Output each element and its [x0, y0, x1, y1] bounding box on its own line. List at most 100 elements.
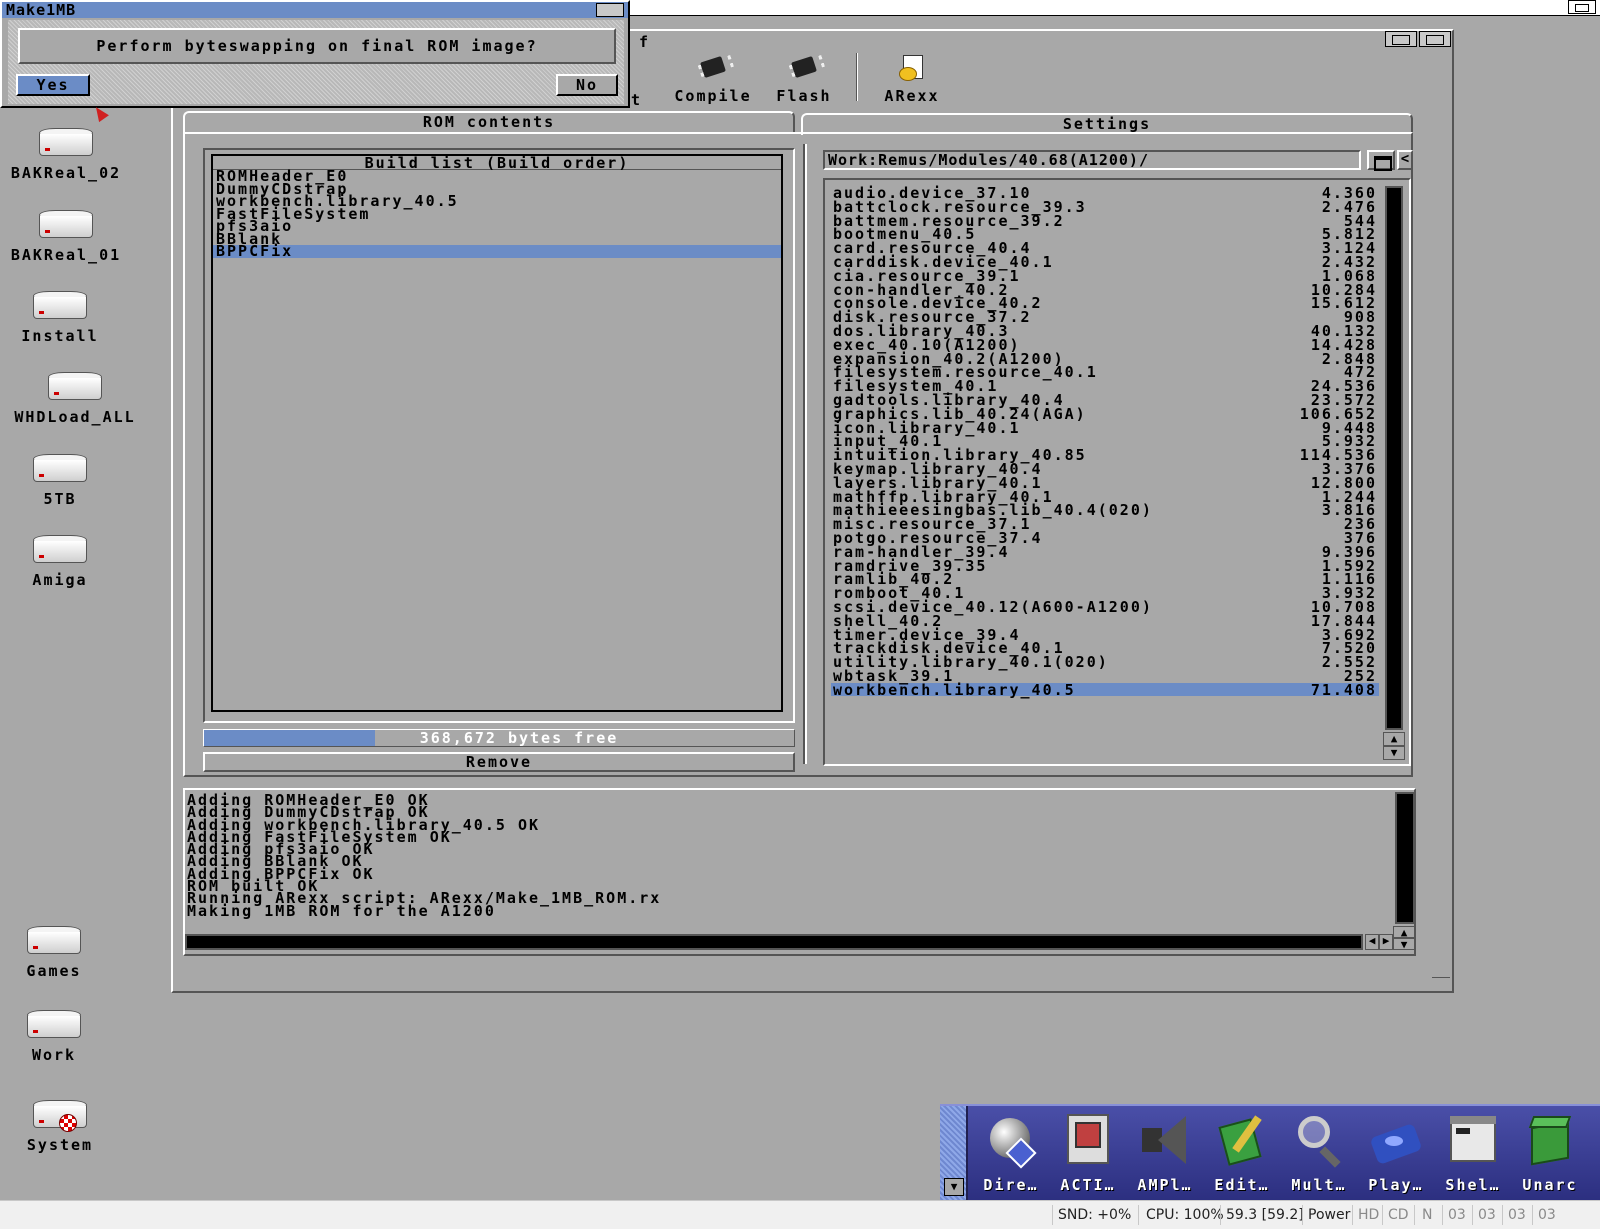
desktop-icon-label: Amiga	[32, 571, 88, 589]
parent-dir-button[interactable]: <	[1397, 150, 1413, 170]
log-scroll-right-arrow-icon[interactable]: ▶	[1379, 934, 1393, 950]
status-separator	[1220, 1205, 1221, 1225]
no-button[interactable]: No	[556, 74, 618, 96]
dock-item-label: Play…	[1368, 1176, 1424, 1194]
desktop-icon-amiga[interactable]: Amiga	[0, 535, 135, 589]
harddisk-icon	[33, 291, 87, 321]
editor-pencil-icon	[1215, 1112, 1269, 1168]
log-scroll-up-arrow-icon[interactable]: ▲	[1393, 926, 1415, 939]
module-row-selected[interactable]: workbench.library_40.5 71.408	[831, 682, 1379, 697]
harddisk-icon	[39, 210, 93, 240]
depth-gadget[interactable]	[1419, 31, 1451, 47]
harddisk-icon	[33, 535, 87, 565]
status-fps: 59.3 [59.2]	[1226, 1207, 1304, 1223]
toolbar-partial-label: t	[631, 91, 643, 109]
module-list-scrollbar[interactable]	[1385, 186, 1403, 730]
dock-item[interactable]: ACTI…	[1051, 1112, 1125, 1194]
desktop-icon-work[interactable]: Work	[0, 1010, 129, 1064]
desktop-icon-bakreal-01[interactable]: BAKReal_01	[0, 210, 141, 264]
arexx-button[interactable]: ARexx	[877, 55, 947, 105]
module-path-field[interactable]: Work:Remus/Modules/40.68(A1200)/	[823, 150, 1361, 170]
dock-item[interactable]: Mult…	[1282, 1112, 1356, 1194]
harddisk-icon	[27, 1010, 81, 1040]
screen-depth-gadget[interactable]	[1568, 0, 1596, 14]
byteswap-requester: Make1MB Perform byteswapping on final RO…	[0, 0, 630, 123]
status-separator	[1502, 1205, 1503, 1225]
drawer-icon[interactable]	[1367, 150, 1395, 171]
desktop-icon-label: 5TB	[43, 490, 77, 508]
build-list-item[interactable]: BBlank	[213, 231, 781, 245]
window-size-gadget[interactable]	[1432, 977, 1450, 989]
log-scroll-left-arrow-icon[interactable]: ◀	[1365, 934, 1379, 950]
status-drive-slot: 03	[1448, 1207, 1466, 1223]
scroll-up-arrow-icon[interactable]: ▲	[1383, 732, 1405, 746]
free-space-bar: 368,672 bytes free	[203, 729, 795, 747]
desktop-icon-games[interactable]: Games	[0, 926, 129, 980]
desktop-icon-system[interactable]: System	[0, 1100, 135, 1154]
dock-item[interactable]: Unarc	[1513, 1112, 1587, 1194]
dock-collapse-arrow-icon[interactable]: ▼	[944, 1178, 964, 1196]
desktop-icon-5tb[interactable]: 5TB	[0, 454, 135, 508]
desktop-icon-install[interactable]: Install	[0, 291, 135, 345]
desktop-icon-bakreal-02[interactable]: BAKReal_02	[0, 128, 141, 182]
dock-handle[interactable]: ▼	[940, 1106, 968, 1202]
status-drive-slot: 03	[1478, 1207, 1496, 1223]
rom-contents-panel: Build list (Build order) ROMHeader_E0 Du…	[183, 132, 1413, 777]
activity-icon	[1061, 1112, 1115, 1168]
dock-item[interactable]: Play…	[1359, 1112, 1433, 1194]
flash-label: Flash	[776, 87, 832, 105]
log-status: OK	[352, 864, 375, 883]
log-line: Making 1MB ROM for the A1200	[187, 903, 1387, 918]
status-separator	[1382, 1205, 1383, 1225]
log-horizontal-scrollbar[interactable]	[185, 934, 1363, 950]
compile-button[interactable]: Compile	[668, 55, 758, 105]
dock-item[interactable]: Shel…	[1436, 1112, 1510, 1194]
desktop-icon-label: Install	[21, 327, 99, 345]
desktop-icon-label: BAKReal_02	[10, 164, 122, 182]
speaker-icon	[1138, 1112, 1192, 1168]
desktop-icon-label: Work	[31, 1046, 77, 1064]
toolbar-partial-button[interactable]: t	[631, 91, 642, 109]
module-list-frame: audio.device_37.10 4.360 battclock.resourc…	[823, 178, 1411, 766]
compile-label: Compile	[674, 87, 752, 105]
harddisk-icon	[48, 372, 102, 402]
desktop-icon-whdload-all[interactable]: WHDLoad_ALL	[0, 372, 150, 426]
remove-button[interactable]: Remove	[203, 752, 795, 772]
dock-item-label: ACTI…	[1060, 1176, 1116, 1194]
chip-icon	[698, 55, 728, 81]
yes-button[interactable]: Yes	[16, 74, 90, 96]
tab-rom-contents[interactable]: ROM contents	[183, 111, 795, 133]
remus-main-window: f t Compile Flash ARexx ROM contents Set…	[171, 29, 1454, 993]
dock-item[interactable]: Dire…	[974, 1112, 1048, 1194]
build-list-item-selected[interactable]: BPPCFix	[213, 244, 781, 258]
yes-label: Yes	[36, 76, 70, 94]
zoom-gadget[interactable]	[1385, 31, 1417, 47]
requester-title-bar[interactable]: Make1MB	[2, 2, 628, 18]
status-cd: CD	[1388, 1207, 1409, 1223]
chip-icon	[789, 55, 819, 81]
panel-divider[interactable]	[803, 144, 807, 764]
flash-button[interactable]: Flash	[769, 55, 839, 105]
arexx-label: ARexx	[884, 87, 940, 105]
requester-depth-gadget[interactable]	[596, 3, 624, 17]
dock-item[interactable]: AMPl…	[1128, 1112, 1202, 1194]
mouse-pointer-icon	[91, 103, 109, 123]
build-list[interactable]: Build list (Build order) ROMHeader_E0 Du…	[211, 154, 783, 712]
desktop-icon-label: System	[26, 1136, 94, 1154]
log-vertical-scrollbar[interactable]	[1395, 792, 1415, 924]
dock-item-label: AMPl…	[1137, 1176, 1193, 1194]
app-dock: ▼ Dire… ACTI… AMPl… Edit… Mult… Play… Shel… Una…	[940, 1104, 1600, 1202]
free-space-label: 368,672 bytes free	[419, 729, 619, 747]
dock-item-label: Dire…	[983, 1176, 1039, 1194]
status-snd: SND: +0%	[1058, 1207, 1132, 1223]
status-separator	[1472, 1205, 1473, 1225]
log-scroll-down-arrow-icon[interactable]: ▼	[1393, 938, 1415, 951]
dock-item[interactable]: Edit…	[1205, 1112, 1279, 1194]
shell-window-icon	[1446, 1112, 1500, 1168]
scroll-down-arrow-icon[interactable]: ▼	[1383, 746, 1405, 760]
toolbar-separator	[856, 53, 858, 101]
build-list-item[interactable]: FastFileSystem	[213, 206, 781, 220]
magnifier-icon	[1292, 1112, 1346, 1168]
status-drive-slot: 03	[1508, 1207, 1526, 1223]
module-list[interactable]: audio.device_37.10 4.360 battclock.resourc…	[831, 186, 1379, 697]
